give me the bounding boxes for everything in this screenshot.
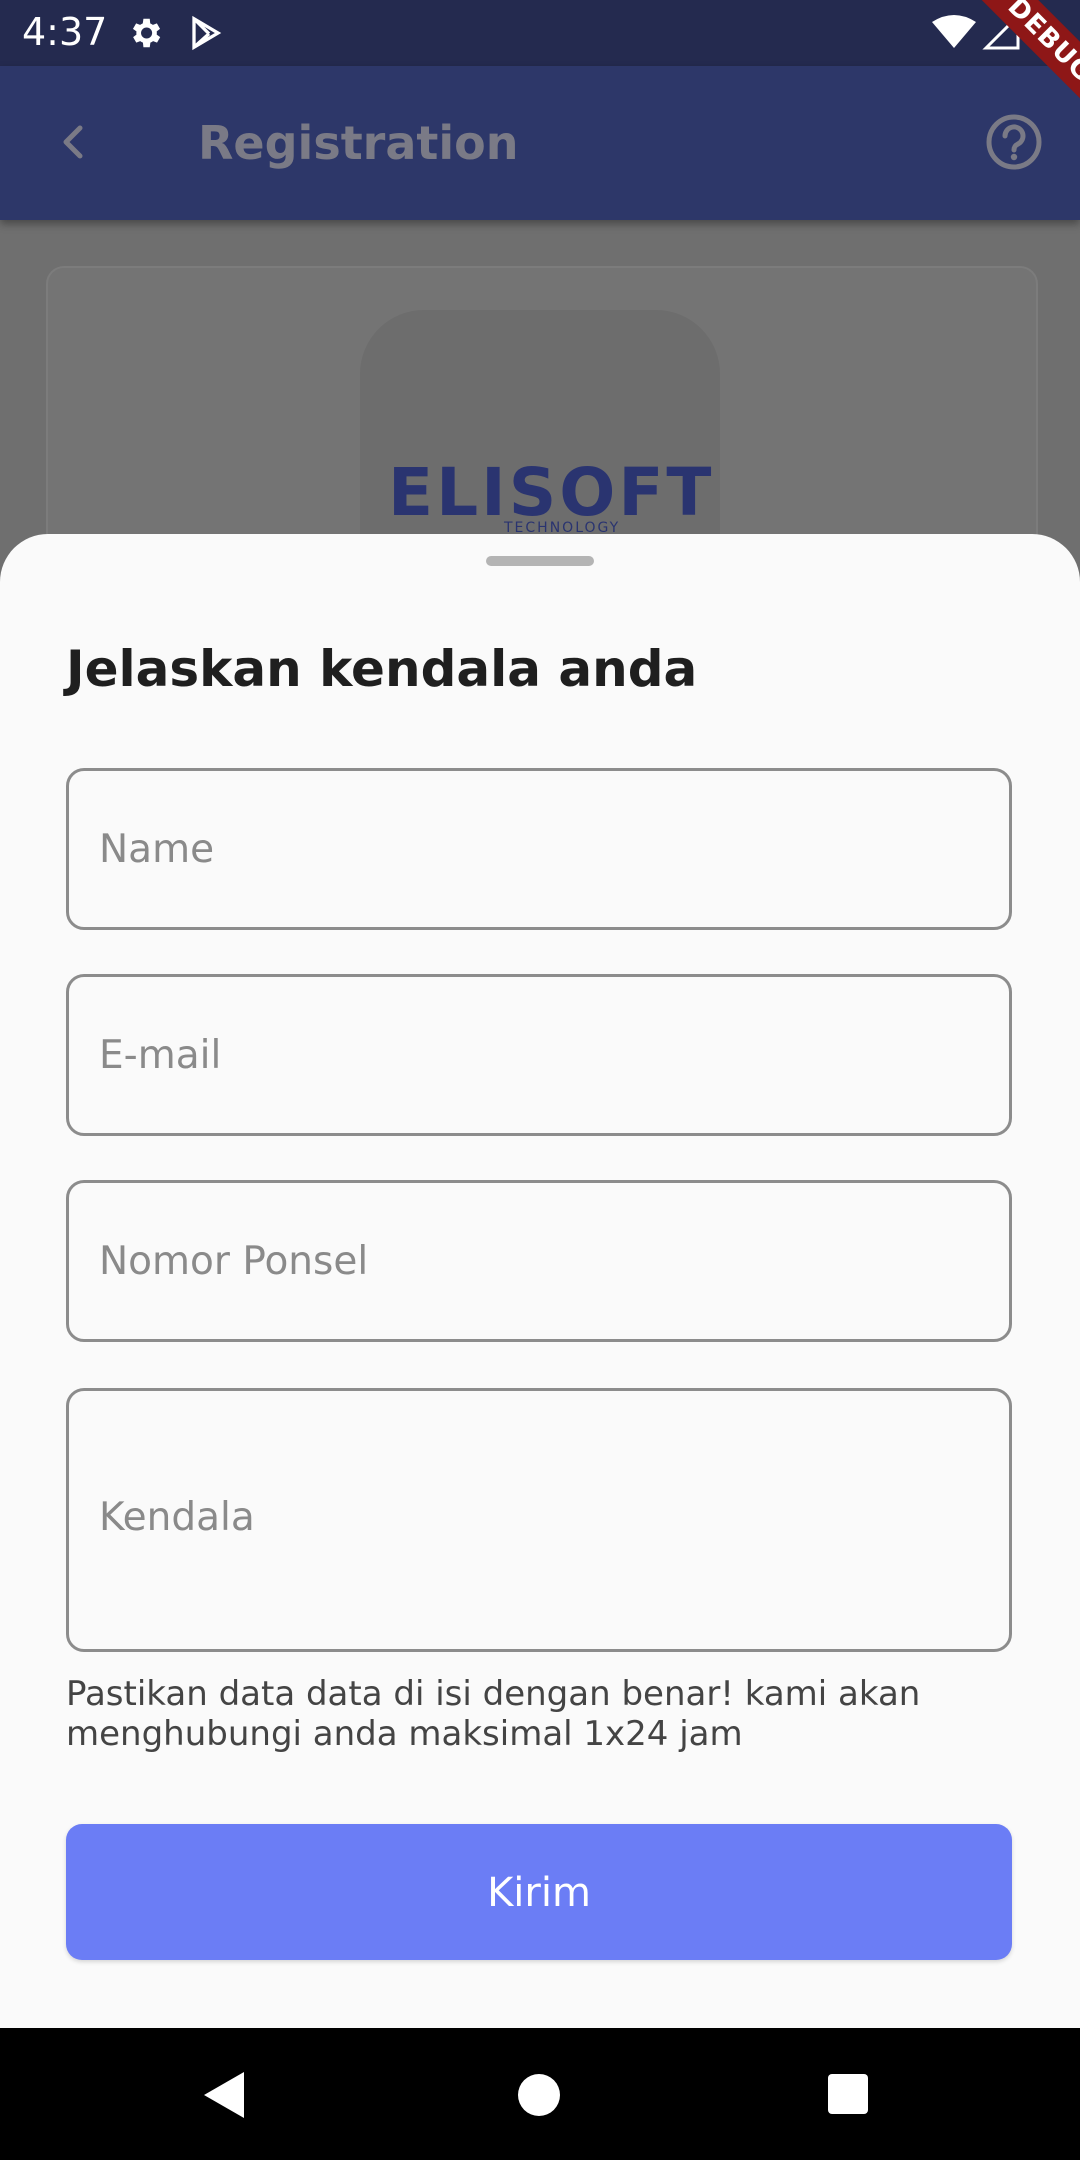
play-store-icon [188,14,224,57]
status-time: 4:37 [22,10,108,54]
recents-square-icon[interactable] [826,2072,870,2121]
name-field[interactable] [66,768,1012,930]
sheet-title: Jelaskan kendala anda [66,640,698,698]
home-circle-icon[interactable] [514,2070,564,2125]
name-input[interactable] [99,771,969,927]
submit-button[interactable]: Kirim [66,1824,1012,1960]
navigation-bar [0,2028,1080,2160]
hint-text: Pastikan data data di isi dengan benar! … [66,1674,921,1754]
drag-handle[interactable] [486,556,594,566]
app-bar: Registration [0,66,1080,220]
back-button[interactable] [44,112,104,172]
bottom-sheet: Jelaskan kendala anda Pastikan data data… [0,534,1080,2028]
phone-input[interactable] [99,1183,969,1339]
issue-field[interactable] [66,1388,1012,1652]
email-field[interactable] [66,974,1012,1136]
wifi-icon [932,15,976,48]
chevron-left-icon [63,125,83,159]
status-bar: 4:37 [0,0,1080,66]
back-triangle-icon[interactable] [200,2070,246,2125]
page-title: Registration [198,116,519,170]
help-button[interactable] [984,112,1044,172]
help-circle-icon [986,114,1042,170]
gear-icon [126,14,164,57]
email-input[interactable] [99,977,969,1133]
phone-field[interactable] [66,1180,1012,1342]
issue-input[interactable] [99,1495,969,1555]
